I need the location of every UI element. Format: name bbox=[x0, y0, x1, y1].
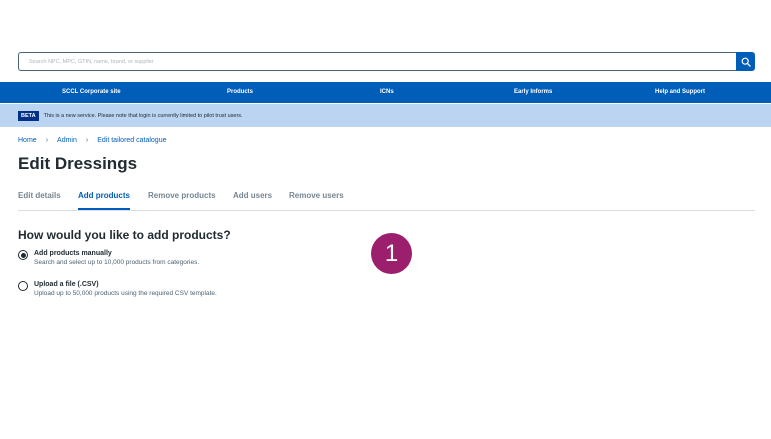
chevron-right-icon: › bbox=[85, 137, 89, 144]
option-label: Upload a file (.CSV) bbox=[34, 281, 99, 288]
radio-option-upload-csv[interactable]: Upload a file (.CSV) Upload up to 50,000… bbox=[18, 280, 217, 299]
breadcrumb-edit-tailored-catalogue[interactable]: Edit tailored catalogue bbox=[97, 137, 166, 144]
beta-tag: BETA bbox=[18, 110, 39, 121]
radio-button-unchecked[interactable] bbox=[18, 281, 28, 291]
radio-button-checked[interactable] bbox=[18, 250, 28, 260]
option-text: Add products manually Search and select … bbox=[34, 249, 199, 268]
page-title: Edit Dressings bbox=[18, 154, 138, 173]
main-nav: SCCL Corporate site Products ICNs Early … bbox=[0, 82, 771, 103]
radio-dot bbox=[20, 252, 26, 258]
breadcrumb: Home › Admin › Edit tailored catalogue bbox=[18, 137, 167, 144]
tab-remove-users[interactable]: Remove users bbox=[289, 186, 344, 210]
nav-item-products[interactable]: Products bbox=[227, 82, 253, 103]
radio-option-add-manually[interactable]: Add products manually Search and select … bbox=[18, 249, 199, 268]
form-question: How would you like to add products? bbox=[18, 228, 231, 242]
nav-item-help-and-support[interactable]: Help and Support bbox=[655, 82, 705, 103]
option-label: Add products manually bbox=[34, 250, 112, 257]
search-button[interactable] bbox=[736, 52, 755, 71]
step-number-badge: 1 bbox=[371, 233, 412, 274]
breadcrumb-admin[interactable]: Admin bbox=[57, 137, 77, 144]
breadcrumb-home[interactable]: Home bbox=[18, 137, 37, 144]
search-input[interactable] bbox=[18, 52, 736, 71]
chevron-right-icon: › bbox=[45, 137, 49, 144]
nav-item-sccl-corporate-site[interactable]: SCCL Corporate site bbox=[62, 82, 121, 103]
option-text: Upload a file (.CSV) Upload up to 50,000… bbox=[34, 280, 217, 299]
option-hint: Upload up to 50,000 products using the r… bbox=[34, 290, 217, 297]
tab-add-products[interactable]: Add products bbox=[78, 186, 130, 210]
search-icon bbox=[741, 57, 751, 67]
tab-bar: Edit details Add products Remove product… bbox=[18, 186, 755, 211]
tab-add-users[interactable]: Add users bbox=[233, 186, 272, 210]
search-bar bbox=[18, 52, 755, 71]
beta-banner: BETA This is a new service. Please note … bbox=[0, 104, 771, 127]
tab-edit-details[interactable]: Edit details bbox=[18, 186, 61, 210]
nav-item-early-informs[interactable]: Early Informs bbox=[514, 82, 552, 103]
tab-remove-products[interactable]: Remove products bbox=[148, 186, 216, 210]
option-hint: Search and select up to 10,000 products … bbox=[34, 259, 200, 266]
nav-item-icns[interactable]: ICNs bbox=[380, 82, 394, 103]
beta-message: This is a new service. Please note that … bbox=[43, 112, 243, 119]
